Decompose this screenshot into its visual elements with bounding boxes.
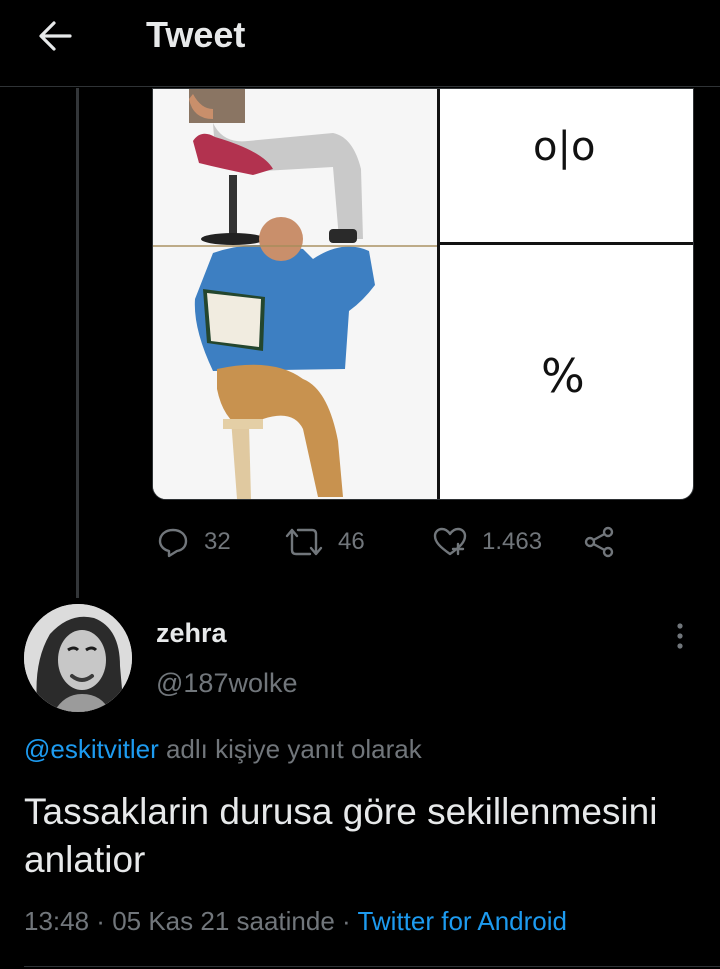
heart-icon [433, 527, 467, 556]
tweet-action-bar: 32 46 1.463 [152, 520, 672, 564]
replying-to-mention[interactable]: @eskitvitler [24, 734, 159, 764]
reply-button[interactable]: 32 [156, 520, 231, 564]
tweet-metadata: 13:48 · 05 Kas 21 saatinde · Twitter for… [24, 906, 567, 937]
avatar-photo [24, 604, 132, 712]
retweet-button[interactable]: 46 [284, 520, 365, 564]
panel-seam [153, 245, 437, 247]
more-options-button[interactable] [670, 620, 690, 652]
meme-photo-left-column [153, 89, 437, 499]
tweet-media-image[interactable]: o|o % [152, 88, 694, 500]
meta-separator: · [89, 906, 113, 936]
user-handle[interactable]: @187wolke [156, 668, 298, 699]
more-vertical-icon [677, 623, 683, 649]
like-count: 1.463 [482, 528, 543, 555]
arrow-left-icon [39, 21, 72, 51]
replying-to-line: @eskitvitler adlı kişiye yanıt olarak [24, 734, 422, 765]
reply-icon [158, 528, 188, 558]
tweet-date: 05 Kas 21 saatinde [112, 906, 335, 936]
meme-divider-vertical [437, 89, 440, 499]
retweet-icon [285, 528, 323, 556]
back-button[interactable] [34, 18, 78, 54]
retweet-count: 46 [338, 528, 365, 555]
tweet-time: 13:48 [24, 906, 90, 936]
top-bar: Tweet [0, 0, 720, 87]
tweet-text: Tassaklarin durusa göre sekillenmesini a… [24, 791, 658, 880]
share-button[interactable] [582, 520, 630, 564]
meme-label-top: o|o [533, 124, 596, 170]
meme-label-bottom: % [541, 349, 585, 403]
divider [24, 966, 720, 967]
thread-connector-line [76, 88, 79, 598]
tweet-source-link[interactable]: Twitter for Android [357, 906, 567, 936]
like-button[interactable]: 1.463 [432, 520, 542, 564]
avatar[interactable] [24, 604, 132, 712]
page-title: Tweet [146, 14, 246, 55]
meme-divider-horizontal [437, 242, 693, 245]
share-icon [584, 526, 614, 558]
reply-count: 32 [204, 528, 231, 555]
display-name[interactable]: zehra [156, 618, 227, 649]
meta-separator-2: · [334, 906, 358, 936]
replying-to-text: adlı kişiye yanıt olarak [158, 734, 422, 764]
